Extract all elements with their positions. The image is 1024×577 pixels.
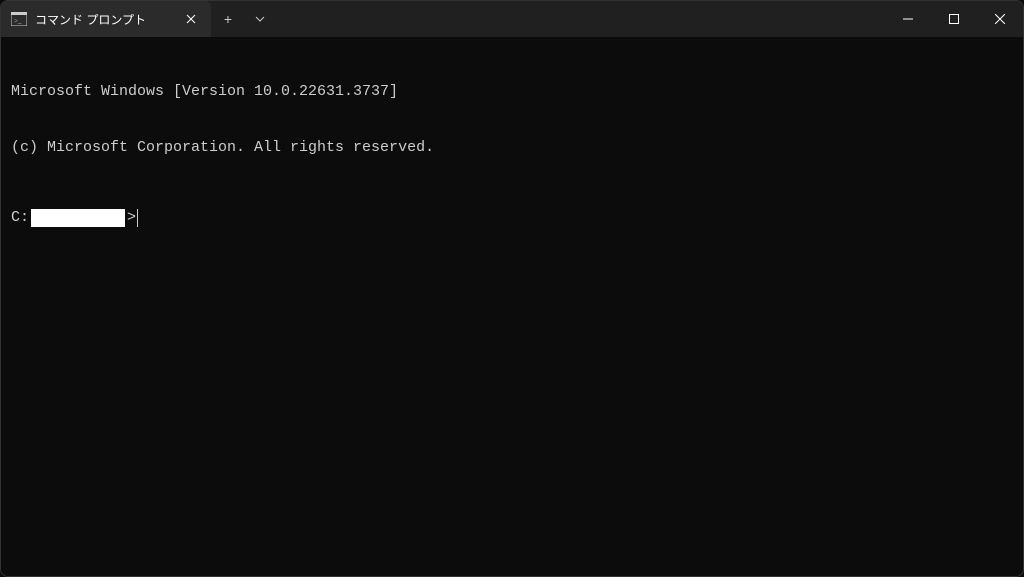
- window-controls: [885, 1, 1023, 37]
- tab-dropdown-button[interactable]: [245, 1, 275, 37]
- titlebar-drag-region[interactable]: [275, 1, 885, 37]
- new-tab-button[interactable]: +: [211, 1, 245, 37]
- close-button[interactable]: [977, 1, 1023, 37]
- terminal-output[interactable]: Microsoft Windows [Version 10.0.22631.37…: [1, 37, 1023, 576]
- prompt-line: C: >: [11, 209, 1013, 228]
- version-line: Microsoft Windows [Version 10.0.22631.37…: [11, 83, 1013, 102]
- active-tab[interactable]: >_ コマンド プロンプト: [1, 1, 211, 37]
- redacted-path: [31, 209, 125, 227]
- minimize-button[interactable]: [885, 1, 931, 37]
- chevron-down-icon: [255, 11, 265, 27]
- text-cursor: [137, 209, 138, 227]
- svg-text:>_: >_: [14, 17, 22, 25]
- plus-icon: +: [224, 11, 232, 27]
- prompt-drive: C:: [11, 209, 29, 228]
- terminal-window: >_ コマンド プロンプト +: [0, 0, 1024, 577]
- tab-title: コマンド プロンプト: [35, 11, 167, 28]
- maximize-button[interactable]: [931, 1, 977, 37]
- tab-close-button[interactable]: [181, 9, 201, 29]
- cmd-icon: >_: [11, 12, 27, 26]
- titlebar[interactable]: >_ コマンド プロンプト +: [1, 1, 1023, 37]
- copyright-line: (c) Microsoft Corporation. All rights re…: [11, 139, 1013, 158]
- prompt-suffix: >: [127, 209, 136, 228]
